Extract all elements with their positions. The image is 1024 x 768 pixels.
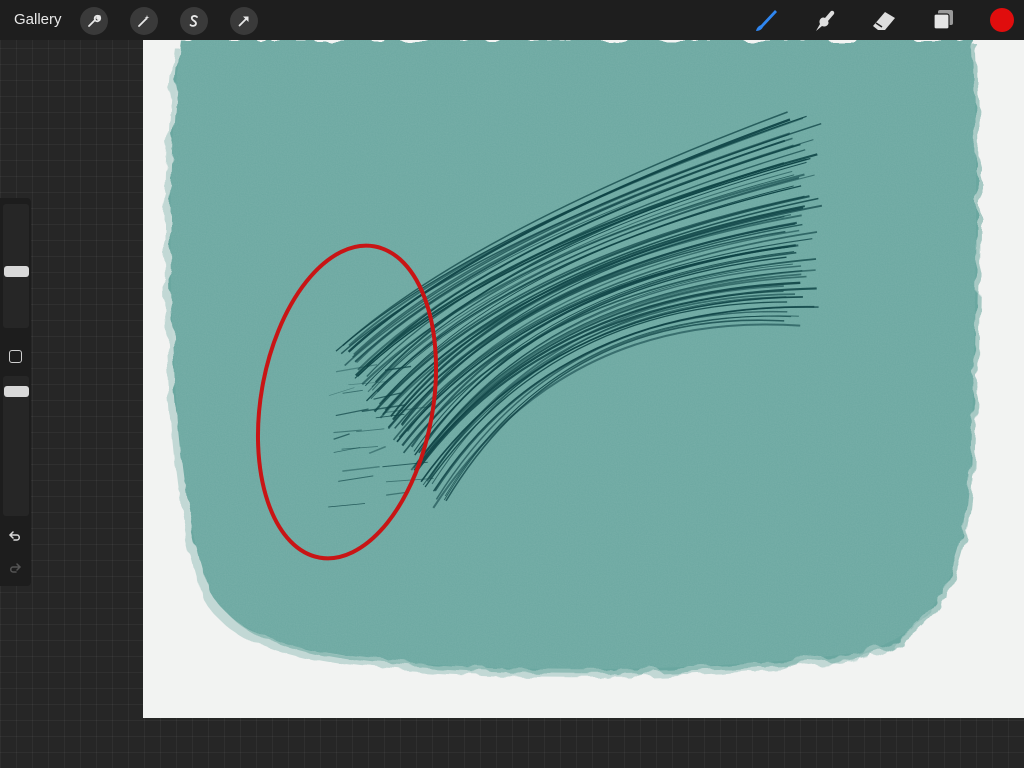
teal-paint-area [164,40,981,678]
adjustments-magic-wand-icon[interactable] [130,7,158,35]
square-icon[interactable] [9,350,22,363]
layers-icon[interactable] [929,6,957,34]
top-toolbar: Gallery [0,0,1024,40]
redo-icon[interactable] [7,560,23,576]
transform-arrow-icon[interactable] [230,7,258,35]
undo-icon[interactable] [7,528,23,544]
brush-icon[interactable] [752,6,780,34]
selection-s-icon[interactable] [180,7,208,35]
artwork [164,40,981,678]
color-picker-button[interactable] [990,8,1014,32]
eraser-icon[interactable] [870,6,898,34]
opacity-handle[interactable] [4,386,29,398]
brush-size-handle[interactable] [4,266,29,278]
gallery-button[interactable]: Gallery [14,11,62,28]
smudge-icon[interactable] [811,6,839,34]
drawing-canvas[interactable] [143,40,1024,718]
actions-wrench-icon[interactable] [80,7,108,35]
left-sidebar [0,198,31,586]
procreate-app: Gallery [0,0,1024,768]
